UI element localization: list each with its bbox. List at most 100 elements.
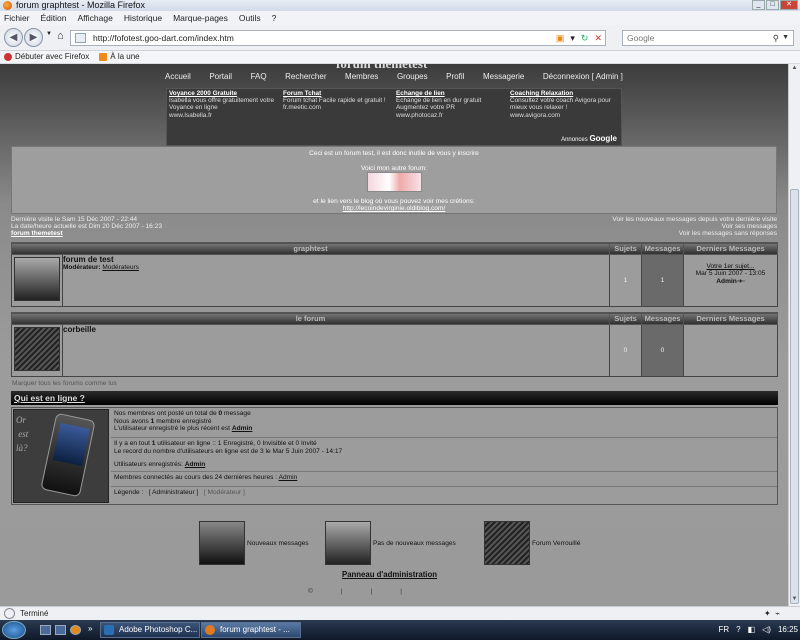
scroll-up-icon[interactable]: ▲ — [790, 65, 799, 74]
other-forum-banner[interactable] — [367, 172, 422, 192]
window-titlebar: forum graphtest - Mozilla Firefox _ □ ✕ — [0, 0, 800, 11]
ad-item[interactable]: Forum Tchat Forum tchat Facile rapide et … — [283, 90, 393, 112]
scrollbar-thumb[interactable] — [790, 189, 799, 604]
welcome-box: Ceci est un forum test, il est donc inut… — [11, 146, 777, 214]
nav-messagerie[interactable]: Messagerie — [483, 72, 524, 81]
url-dropdown-icon[interactable]: ▾ — [570, 31, 575, 45]
task-firefox[interactable]: forum graphtest - ... — [201, 622, 301, 638]
menu-outils[interactable]: Outils — [239, 11, 261, 25]
nav-membres[interactable]: Membres — [345, 72, 378, 81]
page-scrollbar[interactable]: ▲ ▼ — [788, 64, 800, 606]
menu-edition[interactable]: Édition — [41, 11, 67, 25]
firefox-task-icon — [205, 625, 215, 635]
back-button[interactable]: ◀ — [4, 28, 23, 47]
tray-help-icon[interactable]: ? — [736, 622, 740, 638]
category-title[interactable]: le forum — [11, 312, 610, 325]
menu-marque-pages[interactable]: Marque-pages — [173, 11, 228, 25]
nav-accueil[interactable]: Accueil — [165, 72, 191, 81]
bookmark-a-la-une[interactable]: À la une — [99, 51, 140, 63]
search-engine-dropdown-icon[interactable]: ▼ — [782, 31, 789, 45]
welcome-line: Ceci est un forum test, il est donc inut… — [309, 150, 479, 157]
bookmark-debuter[interactable]: Débuter avec Firefox — [4, 51, 89, 63]
online-user-link[interactable]: Admin — [185, 461, 206, 468]
link-my-messages[interactable]: Voir ses messages — [612, 223, 777, 230]
start-button[interactable] — [2, 621, 26, 639]
close-button[interactable]: ✕ — [780, 0, 798, 10]
welcome-line: Voici mon autre forum: — [361, 165, 427, 172]
ad-item[interactable]: Echange de lien Echange de lien en dur gr… — [396, 90, 506, 119]
nav-deconnexion[interactable]: Déconnexion [ Admin ] — [543, 72, 623, 81]
menu-affichage[interactable]: Affichage — [78, 11, 113, 25]
maximize-button[interactable]: □ — [766, 0, 779, 10]
menu-historique[interactable]: Historique — [124, 11, 162, 25]
tray-volume-icon[interactable]: ◁) — [762, 622, 771, 638]
link-unanswered[interactable]: Voir les messages sans réponses — [612, 230, 777, 237]
who-is-online-heading[interactable]: Qui est en ligne ? — [11, 391, 778, 405]
task-photoshop[interactable]: Adobe Photoshop C... — [100, 622, 200, 638]
firefox-bookmark-icon — [4, 52, 12, 61]
blog-link[interactable]: http://lecoindevirginie.oldiblog.com/ — [12, 205, 776, 212]
search-icon[interactable]: ⚲ — [773, 31, 779, 45]
mark-all-read-link[interactable]: Marquer tous les forums comme lus — [12, 380, 117, 387]
language-indicator[interactable]: FR — [718, 622, 729, 638]
category-title[interactable]: graphtest — [11, 242, 610, 255]
visit-info: Dernière visite le Sam 15 Déc 2007 - 22:… — [11, 216, 777, 237]
status-icon — [4, 608, 15, 619]
latest-user-link[interactable]: Admin — [232, 425, 253, 432]
legend-admin: [ Administrateur ] — [148, 489, 199, 496]
quicklaunch-desktop-icon[interactable] — [40, 625, 51, 635]
stats-row: Nos membres ont posté un total de 0 mess… — [111, 408, 777, 438]
reload-icon[interactable]: ↻ — [581, 31, 589, 45]
ads-by-google[interactable]: Annonces Google — [561, 134, 617, 143]
tray-network-icon[interactable]: ◧ — [748, 622, 756, 638]
stop-icon[interactable]: ✕ — [594, 31, 602, 45]
legend-moderator: [ Modérateur ] — [203, 489, 245, 496]
home-icon[interactable]: ⌂ — [57, 30, 64, 42]
col-messages: Messages — [641, 242, 684, 255]
last-post-title[interactable]: Votre 1er sujet... — [684, 263, 777, 270]
url-bar[interactable]: http://fofotest.goo-dart.com/index.htm ▣… — [70, 30, 606, 46]
nav-faq[interactable]: FAQ — [251, 72, 267, 81]
footer: © | | | — [308, 588, 403, 595]
nav-rechercher[interactable]: Rechercher — [285, 72, 326, 81]
legend-new-messages: Nouveaux messages — [199, 521, 309, 565]
forward-button[interactable]: ▶ — [24, 28, 43, 47]
col-derniers: Derniers Messages — [683, 312, 778, 325]
go-to-post-icon[interactable]: ➜▫ — [737, 278, 745, 285]
forum-name[interactable]: corbeille — [63, 325, 609, 334]
ad-item[interactable]: Coaching Relaxation Consultez votre coach… — [510, 90, 620, 119]
forum-name[interactable]: forum de test — [63, 255, 609, 264]
bookmarks-toolbar: Débuter avec Firefox À la une — [0, 51, 800, 64]
moderator-label: Modérateur: — [63, 264, 101, 271]
menu-fichier[interactable]: Fichier — [4, 11, 30, 25]
status-indicators: ✦ ⌁ — [764, 609, 780, 618]
firefox-icon — [3, 1, 12, 10]
minimize-button[interactable]: _ — [752, 0, 765, 10]
url-text: http://fofotest.goo-dart.com/index.htm — [93, 33, 234, 43]
last24-user-link[interactable]: Admin — [279, 474, 298, 481]
nav-profil[interactable]: Profil — [446, 72, 464, 81]
menu-help[interactable]: ? — [272, 11, 277, 25]
rss-icon[interactable]: ▣ — [556, 31, 565, 45]
locked-forum-icon — [484, 521, 530, 565]
forum-title: forum themetest — [336, 64, 427, 72]
scroll-down-icon[interactable]: ▼ — [790, 596, 799, 605]
phone-image: Or est là? — [13, 409, 109, 503]
last-post-user[interactable]: Admin — [716, 278, 737, 285]
link-new-messages[interactable]: Voir les nouveaux messages depuis votre … — [612, 216, 777, 223]
nav-groupes[interactable]: Groupes — [397, 72, 428, 81]
search-input[interactable]: Google ⚲ ▼ — [622, 30, 794, 46]
new-messages-icon — [199, 521, 245, 565]
moderator-link[interactable]: Modérateurs — [102, 264, 139, 271]
history-dropdown-icon[interactable]: ▼ — [46, 31, 52, 37]
quicklaunch-firefox-icon[interactable] — [70, 625, 81, 635]
status-text: Terminé — [20, 609, 49, 618]
page-favicon — [75, 33, 86, 43]
ad-item[interactable]: Voyance 2000 Gratuite Isabella vous offre… — [169, 90, 279, 119]
clock[interactable]: 16:25 — [778, 622, 798, 638]
admin-panel-link[interactable]: Panneau d'administration — [342, 570, 437, 579]
quicklaunch-switch-icon[interactable] — [55, 625, 66, 635]
quicklaunch-more-icon[interactable]: » — [88, 624, 92, 633]
nav-portail[interactable]: Portail — [209, 72, 232, 81]
phone-device-icon — [40, 412, 96, 498]
